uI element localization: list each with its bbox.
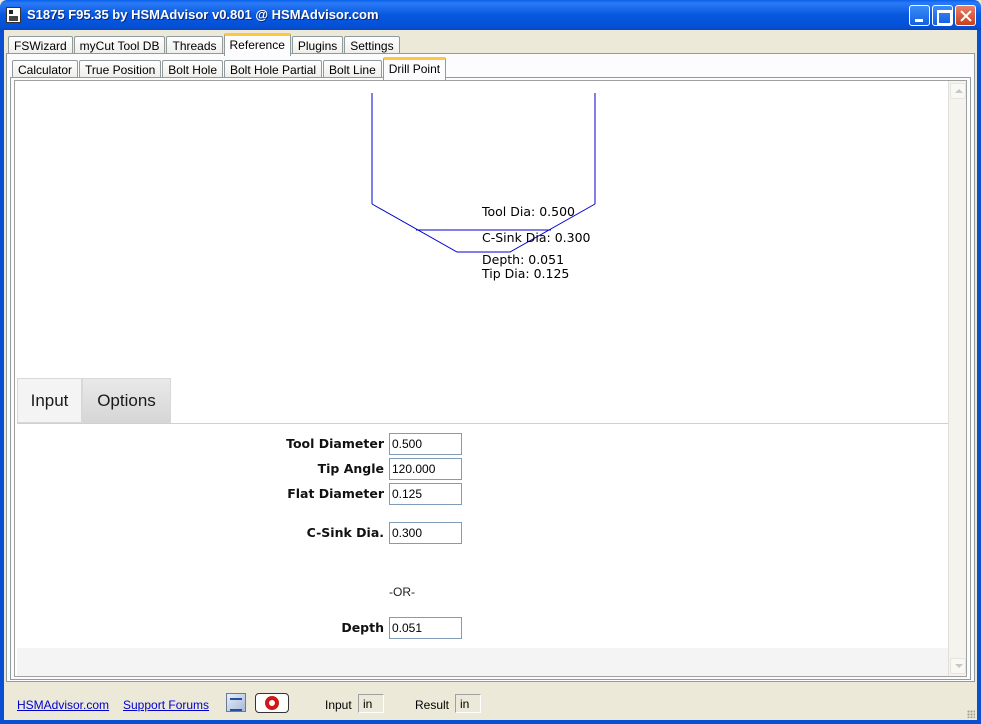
tab-drill-point[interactable]: Drill Point bbox=[382, 57, 447, 80]
content-scrollbar[interactable] bbox=[948, 81, 966, 676]
input-unit-label: Input bbox=[325, 698, 352, 712]
tip-dia-label: Tip Dia: 0.125 bbox=[481, 266, 569, 281]
resize-grip[interactable] bbox=[967, 710, 975, 718]
or-separator: -OR- bbox=[389, 585, 415, 599]
tip-angle-label: Tip Angle bbox=[317, 461, 384, 476]
scroll-down-button[interactable] bbox=[950, 658, 966, 674]
window-title: S1875 F95.35 by HSMAdvisor v0.801 @ HSMA… bbox=[27, 7, 379, 22]
title-bar: S1875 F95.35 by HSMAdvisor v0.801 @ HSMA… bbox=[0, 0, 981, 30]
depth-label: Depth: 0.051 bbox=[482, 252, 564, 267]
result-unit-value: in bbox=[455, 694, 481, 713]
flat-diameter-label: Flat Diameter bbox=[287, 486, 384, 501]
result-unit-label: Result bbox=[415, 698, 450, 712]
input-options-tabs: Input Options bbox=[17, 378, 171, 423]
tip-angle-input[interactable]: 120.000 bbox=[389, 458, 462, 480]
depth-label-field: Depth bbox=[341, 620, 384, 635]
form-footer bbox=[17, 648, 948, 676]
scroll-up-button[interactable] bbox=[950, 83, 966, 99]
flat-diameter-input[interactable]: 0.125 bbox=[389, 483, 462, 505]
tool-diameter-input[interactable]: 0.500 bbox=[389, 433, 462, 455]
input-form bbox=[17, 423, 948, 648]
status-bar: HSMAdvisor.com Support Forums Input in R… bbox=[4, 684, 977, 720]
drill-point-diagram: Tool Dia: 0.500 C-Sink Dia: 0.300 Depth:… bbox=[371, 93, 596, 281]
tool-diameter-label: Tool Diameter bbox=[286, 436, 384, 451]
depth-input[interactable]: 0.051 bbox=[389, 617, 462, 639]
hsmadvisor-link[interactable]: HSMAdvisor.com bbox=[17, 698, 109, 712]
tool-dia-label: Tool Dia: 0.500 bbox=[481, 204, 575, 219]
app-icon[interactable] bbox=[6, 7, 21, 23]
support-forums-link[interactable]: Support Forums bbox=[123, 698, 209, 712]
tab-input[interactable]: Input bbox=[17, 378, 82, 423]
csink-dia-label-field: C-Sink Dia. bbox=[306, 525, 384, 540]
input-unit-value: in bbox=[358, 694, 384, 713]
calculator-icon[interactable] bbox=[226, 693, 246, 712]
help-lifebuoy-icon[interactable] bbox=[255, 693, 289, 713]
tab-options[interactable]: Options bbox=[82, 378, 171, 423]
csink-dia-label: C-Sink Dia: 0.300 bbox=[482, 230, 591, 245]
csink-dia-input[interactable]: 0.300 bbox=[389, 522, 462, 544]
tab-reference[interactable]: Reference bbox=[223, 33, 291, 56]
minimize-button[interactable] bbox=[909, 5, 930, 26]
close-button[interactable] bbox=[955, 5, 976, 26]
maximize-button[interactable] bbox=[932, 5, 953, 26]
